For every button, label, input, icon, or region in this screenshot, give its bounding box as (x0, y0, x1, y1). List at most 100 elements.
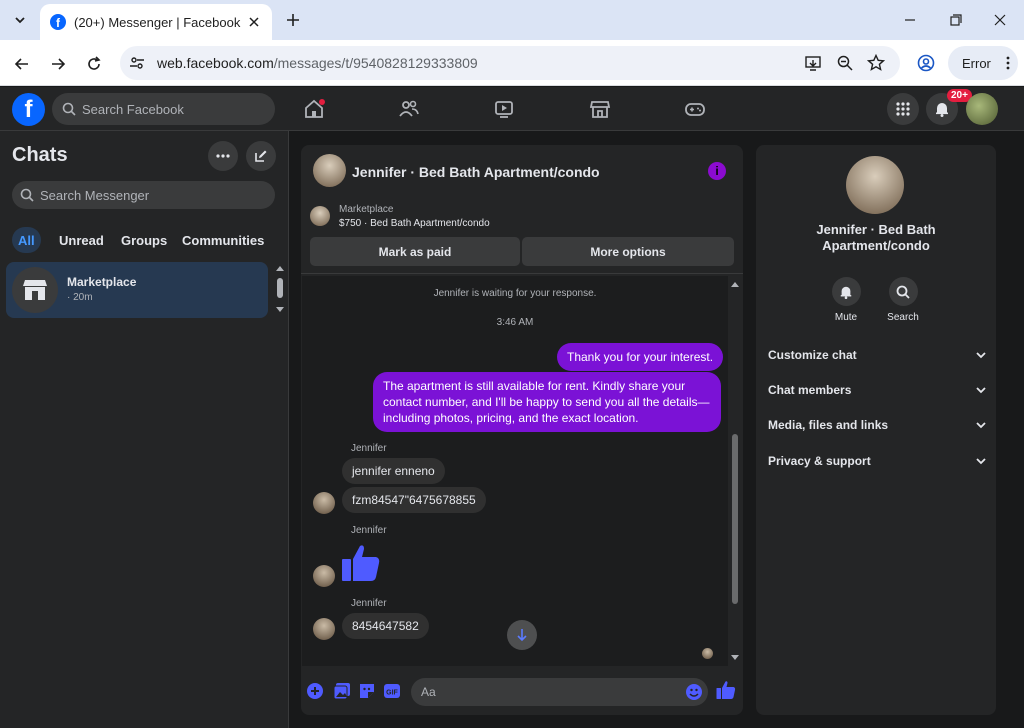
facebook-logo-icon[interactable]: f (12, 93, 45, 126)
emoji-icon[interactable] (685, 683, 703, 701)
chevron-down-icon (976, 387, 986, 394)
bell-icon (936, 103, 948, 117)
privacy-support-row[interactable]: Privacy & support (768, 449, 986, 473)
message-input[interactable]: Aa (411, 678, 708, 706)
url-text[interactable]: web.facebook.com/messages/t/954082812933… (157, 55, 478, 71)
more-dots-icon (216, 154, 230, 158)
outgoing-message[interactable]: The apartment is still available for ren… (373, 372, 721, 432)
section-label: Media, files and links (768, 418, 889, 432)
customize-chat-row[interactable]: Customize chat (768, 343, 986, 367)
message-scrollbar-thumb[interactable] (732, 434, 738, 604)
message-input-placeholder: Aa (421, 685, 436, 699)
message-timestamp: 3:46 AM (496, 317, 534, 328)
facebook-search-placeholder: Search Facebook (82, 101, 184, 117)
bookmark-star-icon[interactable] (867, 54, 885, 72)
tab-title: (20+) Messenger | Facebook (74, 14, 241, 30)
grid-icon (896, 102, 910, 116)
filter-groups[interactable]: Groups (115, 227, 173, 253)
divider (301, 273, 743, 274)
chevron-down-icon (976, 458, 986, 465)
sticker-icon[interactable] (358, 682, 376, 700)
close-tab-icon[interactable] (246, 14, 262, 30)
scroll-to-bottom-button[interactable] (507, 620, 537, 650)
filter-all[interactable]: All (12, 227, 41, 253)
listing-thumbnail[interactable] (310, 206, 330, 226)
chat-list-scrollbar[interactable] (275, 264, 285, 314)
site-info-icon[interactable] (128, 54, 146, 72)
restore-window-button[interactable] (946, 10, 966, 30)
search-in-conversation-button[interactable]: Search (878, 277, 928, 323)
chats-more-button[interactable] (208, 141, 238, 171)
gif-icon[interactable]: GIF (383, 682, 401, 700)
sender-avatar[interactable] (313, 618, 335, 640)
tab-search-button[interactable] (8, 8, 32, 32)
video-nav-icon[interactable] (491, 96, 517, 122)
add-attachment-icon[interactable] (306, 682, 324, 700)
photo-icon[interactable] (333, 682, 351, 700)
close-window-button[interactable] (990, 10, 1010, 30)
marketplace-nav-icon[interactable] (587, 96, 613, 122)
plus-icon (287, 14, 299, 26)
chevron-down-icon (15, 17, 25, 24)
details-name: Jennifer · Bed Bath Apartment/condo (816, 222, 936, 253)
incoming-message[interactable]: 8454647582 (342, 613, 429, 639)
conversation-avatar[interactable] (313, 154, 346, 187)
arrow-left-icon (14, 58, 28, 70)
install-app-icon[interactable] (804, 54, 822, 72)
friends-nav-icon[interactable] (396, 96, 422, 122)
new-message-button[interactable] (246, 141, 276, 171)
thumbs-up-icon[interactable] (341, 543, 381, 583)
home-nav-icon[interactable] (301, 96, 327, 122)
chat-members-row[interactable]: Chat members (768, 378, 986, 402)
media-files-links-row[interactable]: Media, files and links (768, 413, 986, 437)
read-receipt-avatar (702, 648, 713, 659)
filter-unread[interactable]: Unread (53, 227, 110, 253)
chevron-down-icon (976, 352, 986, 359)
facebook-search-input[interactable]: Search Facebook (52, 93, 275, 125)
chat-item-name: Marketplace (67, 275, 137, 289)
section-label: Privacy & support (768, 454, 871, 468)
compose-icon (255, 150, 267, 162)
gaming-nav-icon[interactable] (682, 96, 708, 122)
zoom-icon[interactable] (836, 54, 854, 72)
sender-avatar[interactable] (313, 565, 335, 587)
profile-icon[interactable] (917, 54, 935, 72)
listing-summary[interactable]: $750 · Bed Bath Apartment/condo (339, 218, 490, 229)
incoming-message[interactable]: fzm84547"6475678855 (342, 487, 486, 513)
profile-avatar[interactable] (966, 93, 998, 125)
reload-icon (88, 56, 101, 70)
new-tab-button[interactable] (282, 9, 304, 31)
chevron-down-icon (976, 422, 986, 429)
mute-label: Mute (834, 312, 858, 323)
mark-as-paid-button[interactable]: Mark as paid (310, 237, 520, 266)
browser-tab[interactable]: f (20+) Messenger | Facebook (40, 4, 272, 40)
url-path: /messages/t/9540828129333809 (273, 55, 478, 71)
section-label: Chat members (768, 383, 852, 397)
reload-button[interactable] (82, 52, 106, 76)
conversation-title[interactable]: Jennifer · Bed Bath Apartment/condo (352, 164, 600, 180)
chats-title: Chats (12, 144, 68, 166)
messenger-search-input[interactable]: Search Messenger (12, 181, 275, 209)
url-host: web.facebook.com (157, 55, 274, 71)
sender-name: Jennifer (351, 443, 387, 454)
messenger-search-placeholder: Search Messenger (40, 187, 150, 203)
back-button[interactable] (10, 52, 34, 76)
send-like-icon[interactable] (716, 680, 736, 700)
search-label: Search (887, 312, 919, 323)
more-options-button[interactable]: More options (522, 237, 734, 266)
info-icon[interactable]: i (708, 162, 726, 180)
waiting-notice: Jennifer is waiting for your response. (433, 288, 597, 299)
sender-avatar[interactable] (313, 492, 335, 514)
menu-grid-button[interactable] (887, 93, 919, 125)
error-button[interactable]: Error (948, 46, 1018, 80)
minimize-window-button[interactable] (900, 10, 920, 30)
search-icon (20, 188, 34, 202)
mute-button[interactable]: Mute (821, 277, 871, 323)
forward-button[interactable] (46, 52, 70, 76)
outgoing-message[interactable]: Thank you for your interest. (557, 343, 724, 371)
filter-communities[interactable]: Communities (176, 227, 270, 253)
arrow-down-icon (517, 629, 527, 642)
chat-item-time: · 20m (67, 292, 93, 303)
details-avatar[interactable] (846, 156, 904, 214)
incoming-message[interactable]: jennifer enneno (342, 458, 445, 484)
